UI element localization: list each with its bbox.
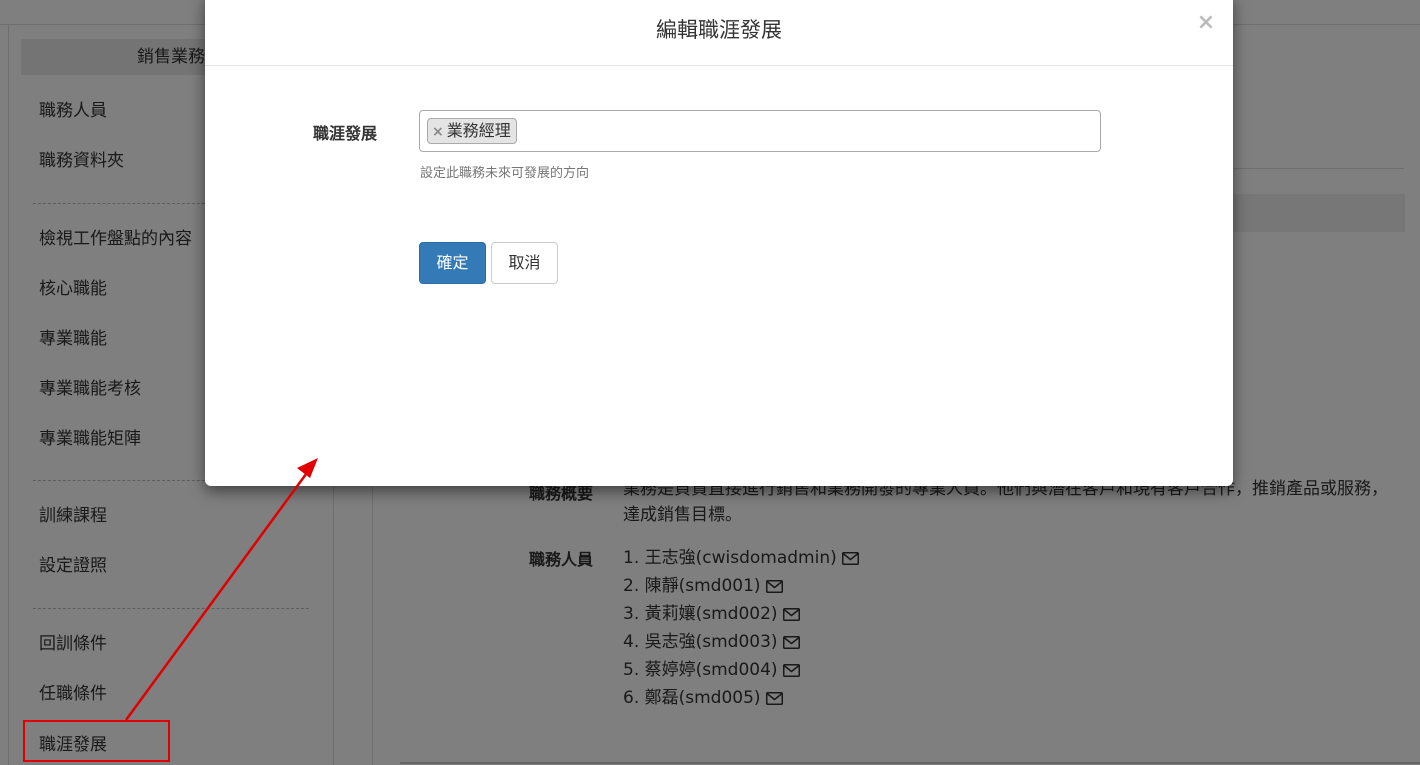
edit-career-development-modal: 編輯職涯發展 × 職涯發展 × 業務經理 設定此職務未來可發展的方向 確定 取消: [205, 0, 1233, 486]
career-development-label: 職涯發展: [313, 124, 378, 143]
cancel-button[interactable]: 取消: [491, 242, 558, 284]
modal-title: 編輯職涯發展: [656, 18, 782, 42]
confirm-button[interactable]: 確定: [419, 242, 486, 284]
tag-label: 業務經理: [446, 121, 511, 140]
help-text: 設定此職務未來可發展的方向: [420, 166, 590, 181]
career-development-select[interactable]: × 業務經理: [419, 110, 1101, 152]
modal-header: 編輯職涯發展 ×: [205, 0, 1233, 66]
tag-remove-icon[interactable]: ×: [432, 124, 444, 140]
annotation-highlight-box: [23, 720, 170, 762]
selected-tag: × 業務經理: [427, 118, 517, 144]
close-icon[interactable]: ×: [1195, 12, 1217, 34]
